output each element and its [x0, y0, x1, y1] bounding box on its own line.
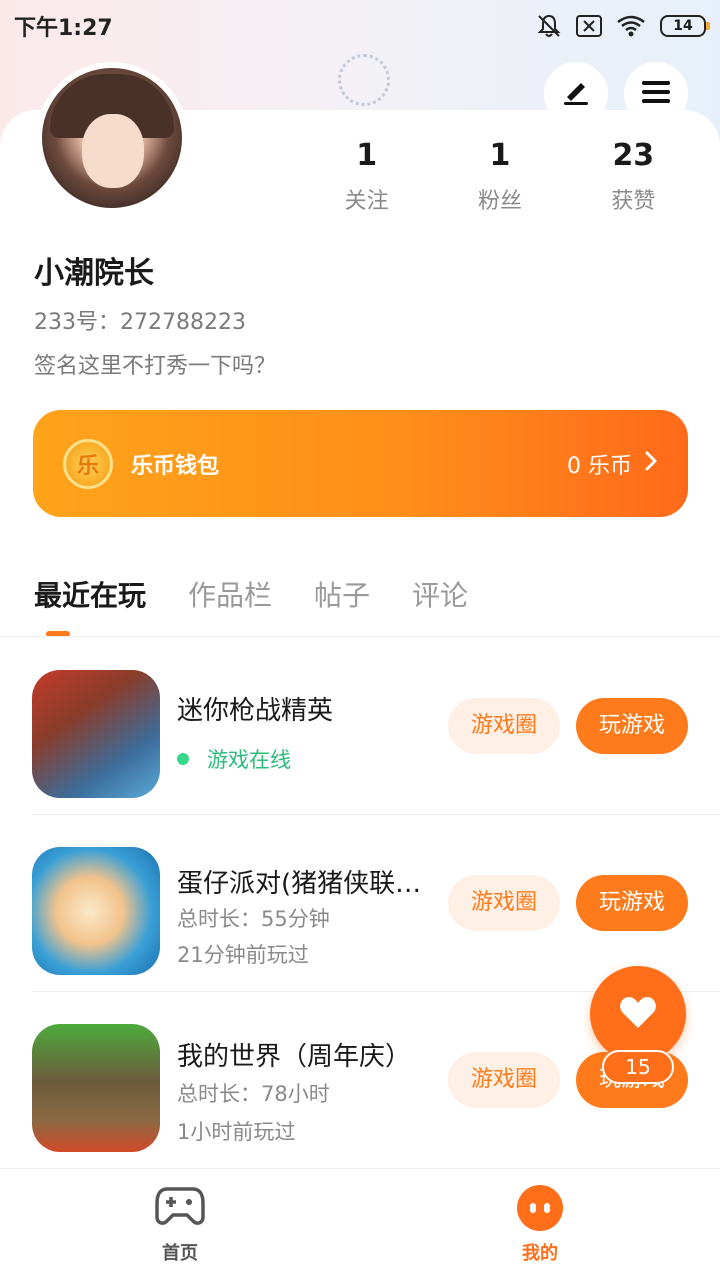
game-icon[interactable] [32, 1024, 160, 1152]
game-title: 我的世界（周年庆） [177, 1042, 412, 1072]
status-bar: 下午1:27 14 [0, 0, 720, 52]
stat-likes[interactable]: 23 获赞 [567, 138, 700, 215]
username: 小潮院长 [34, 256, 154, 291]
nav-label: 首页 [162, 1243, 198, 1264]
signature[interactable]: 签名这里不打秀一下吗？ [34, 348, 276, 380]
online-dot-icon [177, 753, 189, 765]
status-time: 下午1:27 [14, 16, 113, 41]
heart-icon [618, 994, 658, 1034]
chevron-right-icon [644, 450, 658, 478]
tab-recent-play[interactable]: 最近在玩 [34, 574, 146, 614]
stat-value: 1 [489, 138, 511, 173]
nav-me[interactable]: 我的 [360, 1169, 720, 1280]
stat-following[interactable]: 1 关注 [300, 138, 433, 215]
play-game-button[interactable]: 玩游戏 [576, 698, 688, 754]
game-circle-button[interactable]: 游戏圈 [448, 698, 560, 754]
play-game-button[interactable]: 玩游戏 [576, 875, 688, 931]
battery-icon: 14 [660, 15, 710, 37]
edit-profile-button[interactable] [544, 62, 608, 126]
wallet-balance-group: 0 乐币 [567, 448, 658, 480]
user-id: 233号：272788223 [34, 310, 246, 335]
content-tabs: 最近在玩 作品栏 帖子 评论 [34, 574, 468, 614]
game-title: 迷你枪战精英 [177, 696, 334, 726]
wallet-balance: 0 乐币 [567, 453, 632, 479]
favorite-float-button[interactable] [590, 966, 686, 1062]
list-item[interactable]: 蛋仔派对(猪猪侠联… 总时长：55分钟 21分钟前玩过 游戏圈 玩游戏 [0, 815, 720, 992]
close-box-icon [576, 15, 602, 37]
play-duration: 总时长：55分钟 [177, 907, 330, 931]
stat-value: 1 [356, 138, 378, 173]
online-label: 游戏在线 [207, 748, 291, 772]
gamepad-icon [155, 1185, 205, 1231]
menu-icon [639, 75, 673, 113]
play-duration: 总时长：78小时 [177, 1082, 330, 1106]
tab-posts[interactable]: 帖子 [314, 574, 370, 614]
menu-button[interactable] [624, 62, 688, 126]
favorite-count-badge: 15 [602, 1050, 674, 1084]
list-item[interactable]: 迷你枪战精英 游戏在线 游戏圈 玩游戏 [0, 638, 720, 815]
stat-value: 23 [612, 138, 655, 173]
wifi-icon [616, 14, 646, 38]
avatar[interactable] [36, 62, 188, 214]
wallet-banner[interactable]: 乐 乐币钱包 0 乐币 [33, 410, 688, 517]
coin-icon: 乐 [63, 438, 113, 489]
nav-label: 我的 [522, 1243, 558, 1264]
last-played: 21分钟前玩过 [177, 943, 309, 967]
game-circle-button[interactable]: 游戏圈 [448, 875, 560, 931]
watermark-logo-icon [338, 54, 390, 106]
wallet-label: 乐币钱包 [131, 453, 220, 479]
face-icon [517, 1185, 563, 1231]
stat-label: 粉丝 [477, 189, 522, 214]
pen-icon [559, 75, 593, 113]
mute-bell-icon [536, 13, 562, 39]
stat-label: 获赞 [611, 189, 656, 214]
profile-stats: 1 关注 1 粉丝 23 获赞 [300, 138, 700, 215]
stat-followers[interactable]: 1 粉丝 [433, 138, 566, 215]
stat-label: 关注 [344, 189, 389, 214]
last-played: 1小时前玩过 [177, 1120, 296, 1144]
game-circle-button[interactable]: 游戏圈 [448, 1052, 560, 1108]
game-icon[interactable] [32, 670, 160, 798]
nav-home[interactable]: 首页 [0, 1169, 360, 1280]
online-status: 游戏在线 [177, 744, 291, 774]
game-icon[interactable] [32, 847, 160, 975]
game-title: 蛋仔派对(猪猪侠联… [177, 869, 422, 899]
status-icons: 14 [536, 13, 710, 39]
tab-comments[interactable]: 评论 [412, 574, 468, 614]
divider [0, 636, 720, 637]
bottom-nav: 首页 我的 [0, 1168, 720, 1280]
tab-works[interactable]: 作品栏 [188, 574, 272, 614]
